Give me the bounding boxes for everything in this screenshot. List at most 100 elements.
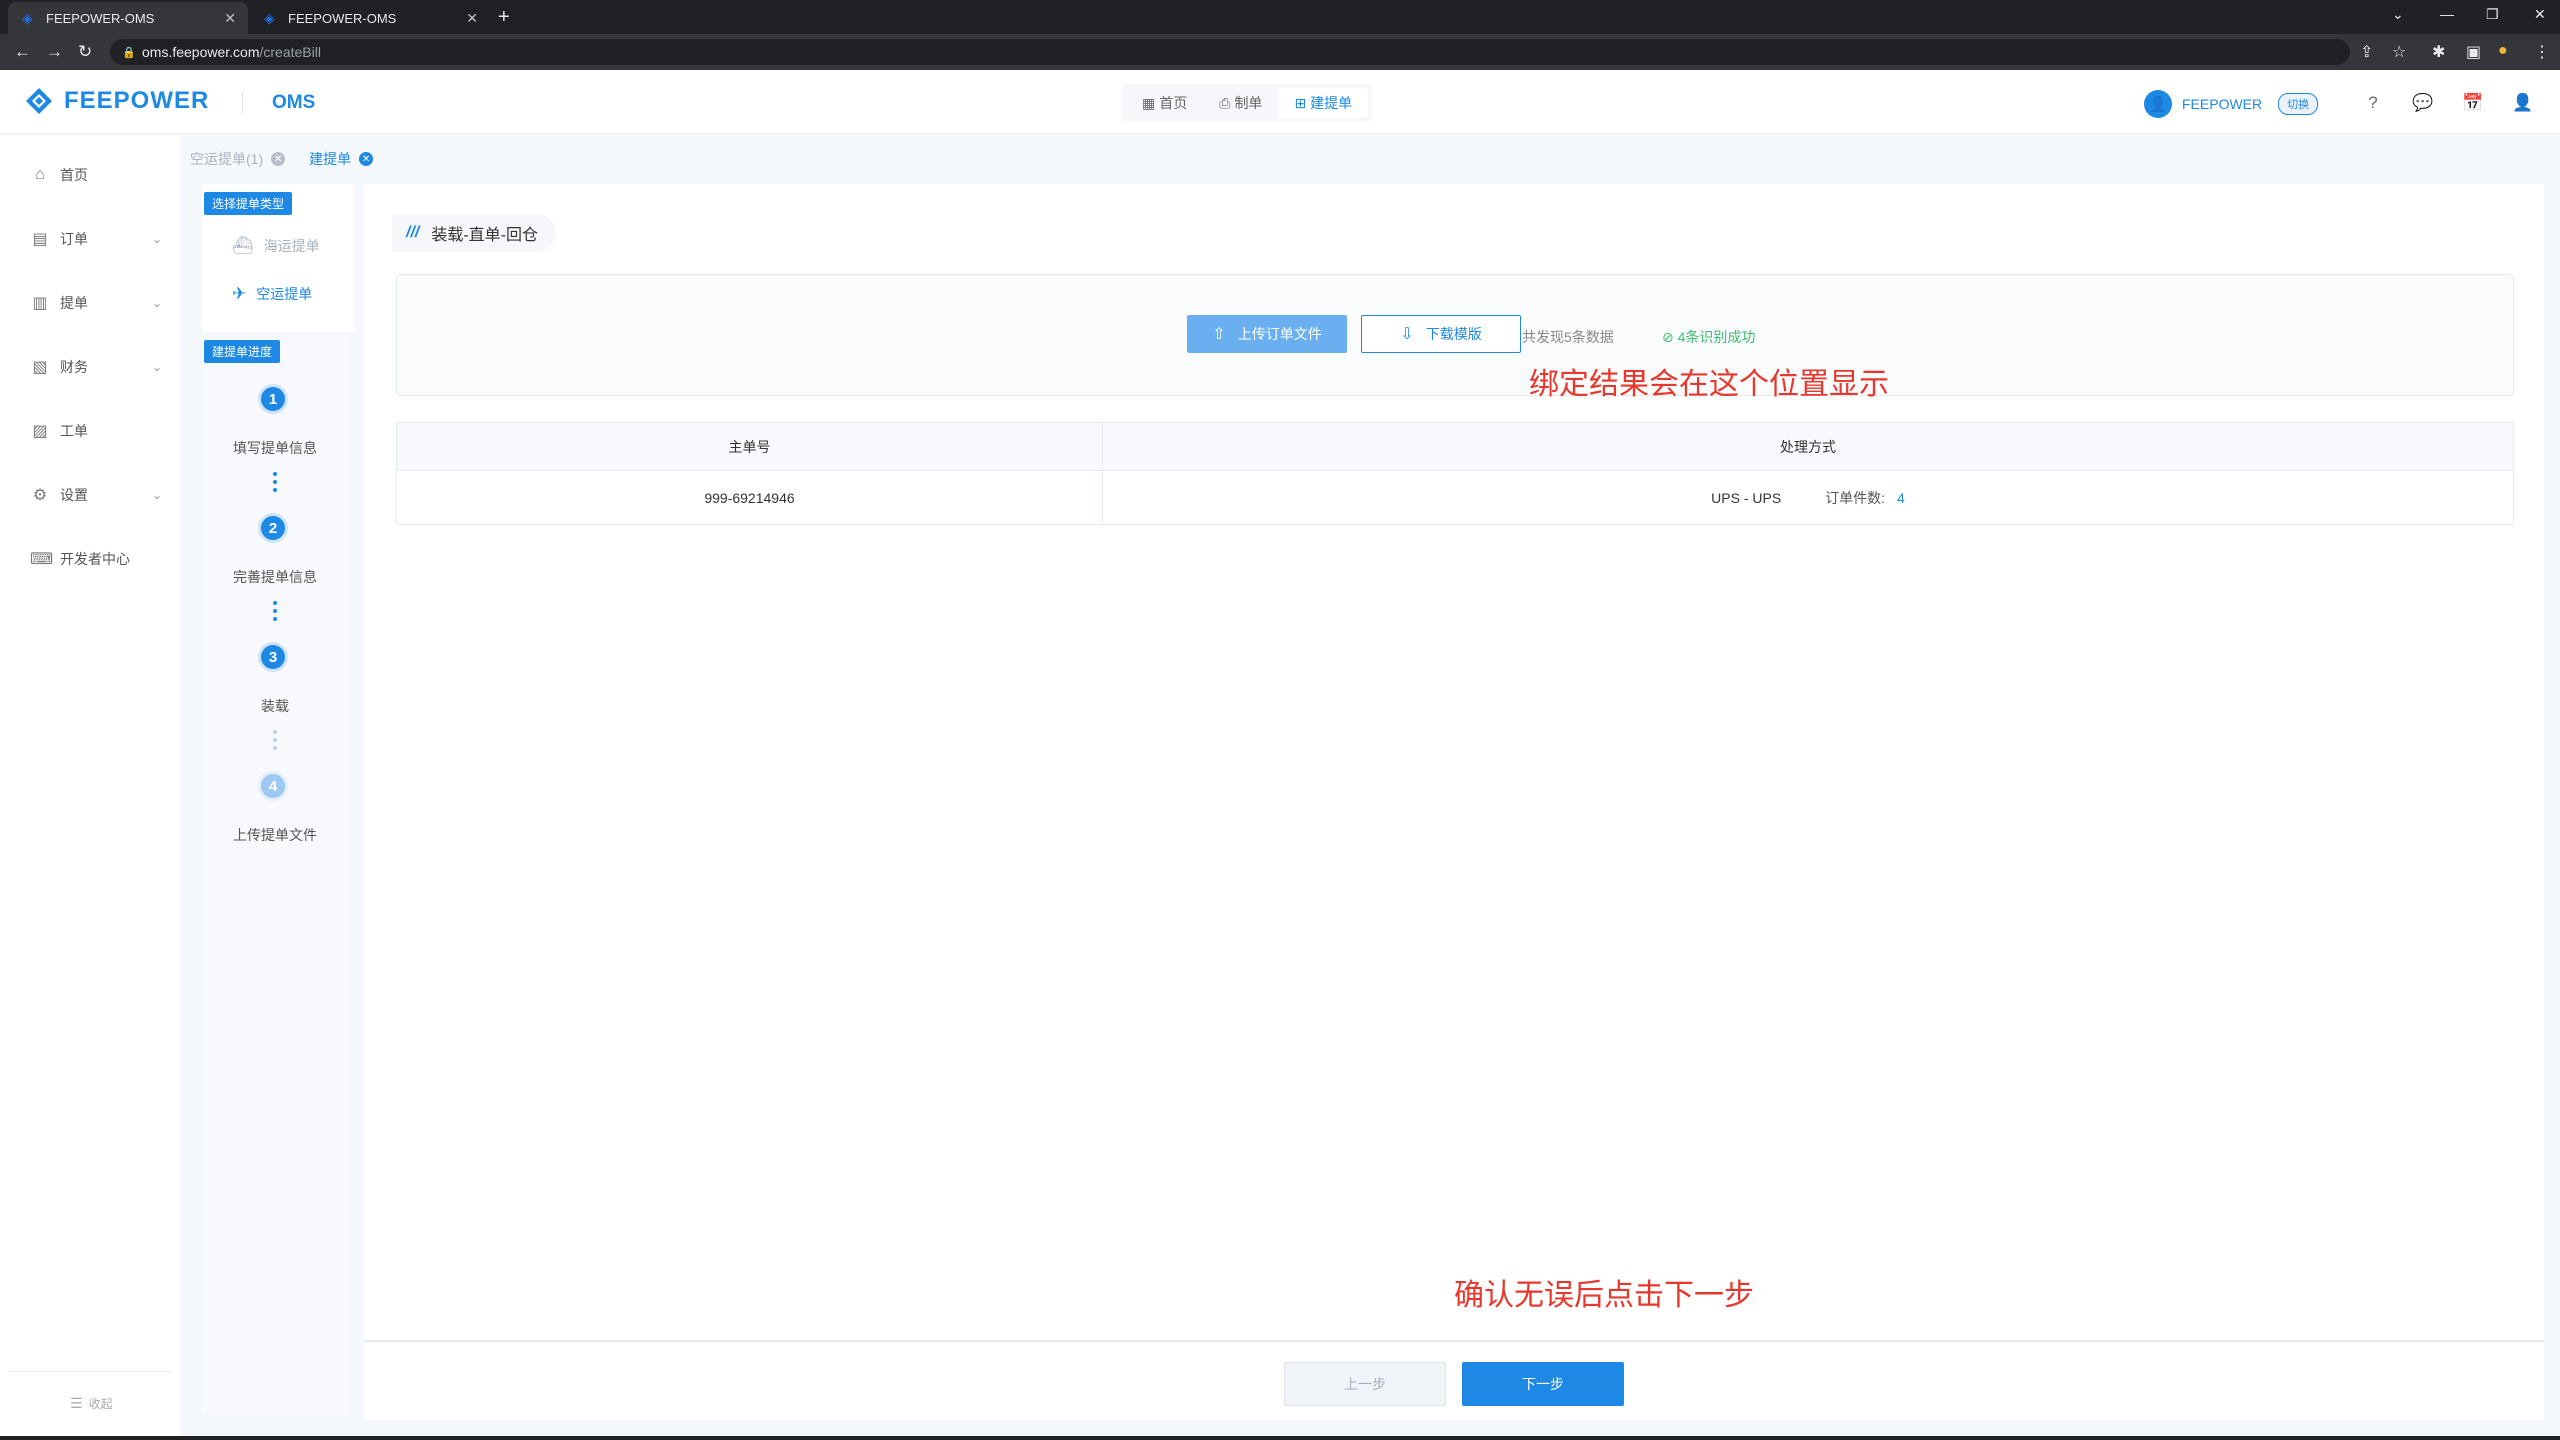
user-avatar-icon: 👤 <box>2144 90 2172 118</box>
step-connector <box>273 730 277 750</box>
switch-account-button[interactable]: 切换 <box>2278 93 2319 115</box>
annotation-result: 绑定结果会在这个位置显示 <box>1529 368 1889 401</box>
sidebar-item-label: 提单 <box>60 295 88 311</box>
account-icon[interactable]: 👤 <box>2512 92 2534 114</box>
bill-type-tag: 选择提单类型 <box>204 192 293 215</box>
url-path: /createBill <box>259 44 321 60</box>
logo-text: FEEPOWER <box>64 87 210 114</box>
close-window-icon[interactable]: ✕ <box>2534 6 2546 23</box>
order-count-label: 订单件数: <box>1825 489 1886 506</box>
topnav-create-bill[interactable]: ⊞ 建提单 <box>1278 88 1369 118</box>
close-tab-icon[interactable]: ✕ <box>466 10 478 27</box>
success-count-label: 4条识别成功 <box>1677 329 1756 345</box>
browser-tab-1[interactable]: ◈ FEEPOWER-OMS ✕ <box>8 2 248 34</box>
topnav-make-order[interactable]: ⎙ 制单 <box>1203 88 1278 118</box>
collapse-sidebar-button[interactable]: ☰ 收起 <box>70 1395 113 1412</box>
chevron-down-icon: ⌄ <box>151 360 162 374</box>
sidebar-item-finance[interactable]: ▧ 财务 ⌄ <box>0 347 180 387</box>
sidebar-item-bills[interactable]: ▥ 提单 ⌄ <box>0 283 180 323</box>
upload-order-file-button[interactable]: ⇧ 上传订单文件 <box>1187 315 1347 353</box>
page-tab-label: 建提单 <box>309 151 352 167</box>
bill-icon: ▥ <box>32 295 48 312</box>
sidebar-item-tickets[interactable]: ▨ 工单 <box>0 411 180 451</box>
close-tab-icon[interactable]: ✕ <box>224 10 236 27</box>
browser-menu-icon[interactable]: ⋮ <box>2534 42 2550 62</box>
step-1-circle: 1 <box>258 384 288 414</box>
message-icon[interactable]: 💬 <box>2412 92 2434 114</box>
check-circle-icon: ⊘ <box>1662 329 1678 345</box>
collapse-icon: ☰ <box>70 1395 83 1411</box>
chevron-down-icon: ⌄ <box>151 296 162 310</box>
profile-icon[interactable]: ● <box>2498 42 2508 60</box>
grid-icon: ▦ <box>1142 94 1156 111</box>
feepower-logo[interactable]: FEEPOWER <box>24 86 209 116</box>
upload-area: ⇧ 上传订单文件 ⇩ 下载模版 共发现5条数据 ⊘ 4条识别成功 绑定结果会在这… <box>396 274 2514 401</box>
collapse-label: 收起 <box>88 1397 113 1411</box>
bookmark-star-icon[interactable]: ☆ <box>2392 42 2406 62</box>
column-header: 主单号 <box>396 422 1103 471</box>
step-connector <box>273 472 277 492</box>
extensions-icon[interactable]: ✱ <box>2432 42 2445 62</box>
step-3-circle: 3 <box>258 642 288 672</box>
lock-icon: 🔒 <box>122 46 136 59</box>
share-icon[interactable]: ⇪ <box>2360 42 2373 62</box>
developer-icon: ⌨ <box>30 551 54 568</box>
feepower-logo-icon <box>26 88 52 114</box>
user-box[interactable]: 👤 FEEPOWER 切换 <box>2144 90 2319 118</box>
product-name: OMS <box>272 92 316 113</box>
topnav-label: 制单 <box>1234 95 1263 111</box>
side-panel-icon[interactable]: ▣ <box>2466 42 2481 62</box>
new-tab-icon[interactable]: + <box>498 6 510 29</box>
page-tab-air-bill[interactable]: 空运提单(1) ✕ <box>190 149 286 169</box>
ticket-icon: ▨ <box>32 423 48 440</box>
sidebar-item-label: 工单 <box>60 423 88 439</box>
topnav-label: 首页 <box>1159 95 1188 111</box>
bill-type-panel: 选择提单类型 ⛴ 海运提单 ✈ 空运提单 <box>202 184 354 332</box>
progress-tag: 建提单进度 <box>204 340 281 363</box>
minimize-icon[interactable]: — <box>2440 6 2454 22</box>
sidebar: ⌂ 首页 ▤ 订单 ⌄ ▥ 提单 ⌄ ▧ 财务 ⌄ ▨ 工单 ⚙ 设置 ⌄ ⌨ … <box>0 135 180 1440</box>
method-cell: UPS - UPS 订单件数: 4 <box>1102 470 2514 525</box>
browser-tab-2[interactable]: ◈ FEEPOWER-OMS ✕ <box>250 2 490 34</box>
upload-icon: ⇧ <box>1212 326 1226 343</box>
table-row: 999-69214946 UPS - UPS 订单件数: 4 <box>396 470 2514 525</box>
sidebar-item-home[interactable]: ⌂ 首页 <box>0 155 180 195</box>
upload-button-label: 上传订单文件 <box>1237 326 1322 342</box>
topnav-home[interactable]: ▦ 首页 <box>1126 88 1203 118</box>
sidebar-item-orders[interactable]: ▤ 订单 ⌄ <box>0 219 180 259</box>
bill-type-air[interactable]: ✈ 空运提单 <box>232 284 312 304</box>
page-tab-create-bill[interactable]: 建提单 ✕ <box>309 149 374 169</box>
tab-search-icon[interactable]: ⌄ <box>2392 6 2404 23</box>
reload-icon[interactable]: ↻ <box>78 42 92 62</box>
calendar-icon[interactable]: 📅 <box>2462 92 2484 114</box>
previous-step-button[interactable]: 上一步 <box>1284 1362 1446 1406</box>
close-icon[interactable]: ✕ <box>359 152 374 166</box>
forward-icon[interactable]: → <box>46 42 63 62</box>
plane-icon: ✈ <box>232 284 247 303</box>
download-template-button[interactable]: ⇩ 下载模版 <box>1361 315 1521 353</box>
success-count-text: ⊘ 4条识别成功 <box>1662 327 1755 347</box>
sidebar-item-developer[interactable]: ⌨ 开发者中心 <box>0 539 180 579</box>
topnav-label: 建提单 <box>1310 95 1353 111</box>
method-value: UPS - UPS <box>1711 489 1782 506</box>
found-count-text: 共发现5条数据 <box>1522 329 1614 345</box>
order-count-value[interactable]: 4 <box>1897 490 1905 506</box>
next-step-button[interactable]: 下一步 <box>1462 1362 1624 1406</box>
step-3-label: 装载 <box>261 698 289 714</box>
download-icon: ⇩ <box>1400 326 1414 343</box>
url-input[interactable]: 🔒 oms.feepower.com/createBill <box>110 39 2350 65</box>
order-icon: ▤ <box>32 231 48 248</box>
step-2-label: 完善提单信息 <box>233 569 317 585</box>
bill-type-sea[interactable]: ⛴ 海运提单 <box>232 236 320 256</box>
step-4-label: 上传提单文件 <box>233 827 317 843</box>
sidebar-item-settings[interactable]: ⚙ 设置 ⌄ <box>0 475 180 515</box>
doc-add-icon: ⊞ <box>1294 94 1307 111</box>
close-icon[interactable]: ✕ <box>271 152 286 166</box>
sidebar-item-label: 订单 <box>60 231 88 247</box>
help-icon[interactable]: ? <box>2362 92 2384 114</box>
back-icon[interactable]: ← <box>14 42 31 62</box>
restore-icon[interactable]: ❐ <box>2486 6 2499 23</box>
sidebar-item-label: 首页 <box>60 167 88 183</box>
window-bottom-edge <box>0 1436 2560 1440</box>
step-connector <box>273 601 277 621</box>
